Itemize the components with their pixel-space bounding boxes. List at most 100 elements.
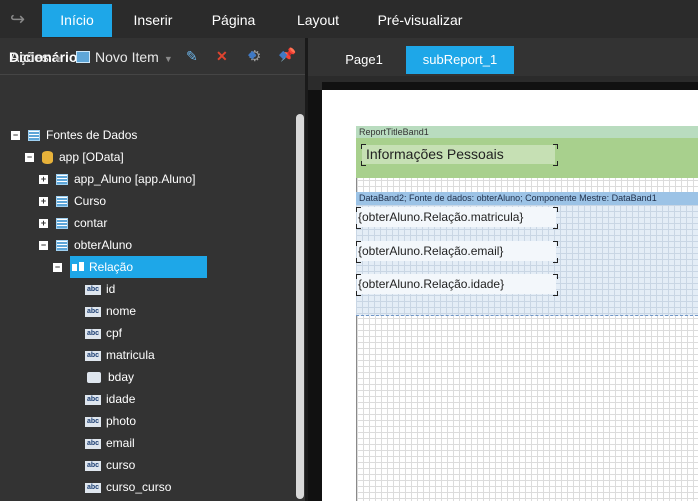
field-label: cpf	[106, 326, 123, 340]
field-label: curso_curso	[106, 480, 172, 494]
collapse-icon[interactable]: −	[53, 263, 62, 273]
tree-label: app_Aluno [app.Aluno]	[74, 172, 196, 186]
expand-icon[interactable]: +	[39, 219, 48, 229]
tab-subreport-1[interactable]: subReport_1	[406, 46, 514, 74]
chevron-down-icon: ▼	[53, 54, 63, 64]
expand-icon[interactable]: +	[39, 175, 48, 185]
tree-field[interactable]: abc curso_curso	[85, 476, 171, 498]
tree-field[interactable]: abc id	[85, 278, 115, 300]
datetime-field-icon	[87, 372, 101, 384]
tab-page1[interactable]: Page1	[334, 46, 394, 74]
move-down-icon[interactable]: ◆	[279, 48, 287, 61]
collapse-icon[interactable]: −	[11, 131, 20, 141]
selection-corner	[553, 207, 558, 212]
selection-corner	[356, 274, 361, 279]
tree-field[interactable]: bday	[87, 366, 134, 388]
title-text-field[interactable]: Informações Pessoais	[362, 145, 555, 164]
selection-corner	[553, 224, 558, 229]
report-title-band-header[interactable]: ReportTitleBand1	[356, 126, 698, 138]
page-tabs: Page1 subReport_1	[308, 38, 698, 76]
field-label: matricula	[106, 348, 155, 362]
tree-label: app [OData]	[59, 150, 124, 164]
expand-icon[interactable]: +	[39, 197, 48, 207]
selection-corner	[356, 224, 361, 229]
table-icon	[56, 174, 68, 186]
field-label: idade	[106, 392, 136, 406]
string-field-icon: abc	[85, 284, 101, 295]
string-field-icon: abc	[85, 350, 101, 361]
tree-label: obterAluno	[74, 238, 133, 252]
selection-corner	[356, 258, 361, 263]
tree-field[interactable]: abc curso	[85, 454, 135, 476]
top-ruler	[322, 82, 698, 90]
tree-field[interactable]: abc photo	[85, 410, 136, 432]
tree-node-table[interactable]: + Curso	[39, 190, 106, 212]
tree-label: Fontes de Dados	[46, 128, 138, 142]
string-field-icon: abc	[85, 306, 101, 317]
tree-label: contar	[74, 216, 108, 230]
actions-label: Ações	[10, 49, 49, 65]
tab-inicio[interactable]: Início	[42, 4, 112, 37]
new-item-icon	[76, 51, 90, 63]
tab-pre-visualizar[interactable]: Pré-visualizar	[370, 4, 470, 37]
tree-field[interactable]: abc email	[85, 432, 135, 454]
field-label: bday	[108, 370, 135, 384]
field-label: curso	[106, 458, 136, 472]
new-item-label: Novo Item	[95, 49, 159, 65]
collapse-icon[interactable]: −	[25, 153, 34, 163]
left-ruler	[308, 90, 322, 501]
selection-corner	[553, 274, 558, 279]
data-field-matricula[interactable]: {obterAluno.Relação.matricula}	[357, 207, 556, 227]
selected-highlight: Relação	[70, 256, 207, 278]
database-icon	[42, 151, 53, 165]
selection-corner	[553, 291, 558, 296]
move-up-icon[interactable]: ◆	[248, 48, 256, 61]
tree-field[interactable]: abc nome	[85, 300, 136, 322]
field-label: email	[106, 436, 135, 450]
tab-pagina[interactable]: Página	[201, 4, 266, 37]
redo-icon[interactable]: ↪	[10, 9, 32, 29]
selection-corner	[361, 161, 366, 166]
tab-inserir[interactable]: Inserir	[123, 4, 183, 37]
selection-corner	[356, 291, 361, 296]
selection-corner	[356, 241, 361, 246]
table-icon	[56, 218, 68, 230]
datasources-icon	[28, 130, 40, 142]
chevron-down-icon: ▼	[163, 54, 173, 64]
divider	[0, 74, 305, 75]
delete-icon[interactable]: ✕	[216, 48, 228, 65]
selection-corner	[553, 144, 558, 149]
tree-node-table[interactable]: + app_Aluno [app.Aluno]	[39, 168, 195, 190]
new-item-dropdown[interactable]: Novo Item ▼	[76, 49, 173, 65]
selection-corner	[356, 207, 361, 212]
actions-dropdown[interactable]: Ações ▼	[10, 49, 63, 65]
tree-node-table[interactable]: − obterAluno	[39, 234, 132, 256]
field-label: nome	[106, 304, 137, 318]
data-field-email[interactable]: {obterAluno.Relação.email}	[357, 241, 556, 261]
tree-node-datasource[interactable]: − app [OData]	[25, 146, 124, 168]
string-field-icon: abc	[85, 460, 101, 471]
top-menu-bar: ↪ Início Inserir Página Layout Pré-visua…	[0, 0, 698, 38]
string-field-icon: abc	[85, 394, 101, 405]
tree-node-table[interactable]: + contar	[39, 212, 107, 234]
data-band-header[interactable]: DataBand2; Fonte de dados: obterAluno; C…	[356, 192, 698, 205]
tree-field[interactable]: abc cpf	[85, 322, 122, 344]
selection-corner	[553, 161, 558, 166]
tree-scrollbar[interactable]	[296, 114, 304, 499]
table-icon	[56, 240, 68, 252]
edit-icon[interactable]: ✎	[186, 48, 198, 65]
tree-node-root[interactable]: − Fontes de Dados	[11, 124, 137, 146]
tree-label: Relação	[89, 260, 134, 274]
string-field-icon: abc	[85, 482, 101, 493]
relation-icon	[72, 262, 85, 273]
string-field-icon: abc	[85, 416, 101, 427]
tab-layout[interactable]: Layout	[287, 4, 349, 37]
collapse-icon[interactable]: −	[39, 241, 48, 251]
tree-node-relation[interactable]: − Relação	[53, 256, 253, 278]
tree-field[interactable]: abc matricula	[85, 344, 155, 366]
selection-corner	[553, 258, 558, 263]
tree-field[interactable]: abc idade	[85, 388, 135, 410]
field-label: id	[106, 282, 116, 296]
data-field-idade[interactable]: {obterAluno.Relação.idade}	[357, 274, 556, 294]
tree-label: Curso	[74, 194, 107, 208]
